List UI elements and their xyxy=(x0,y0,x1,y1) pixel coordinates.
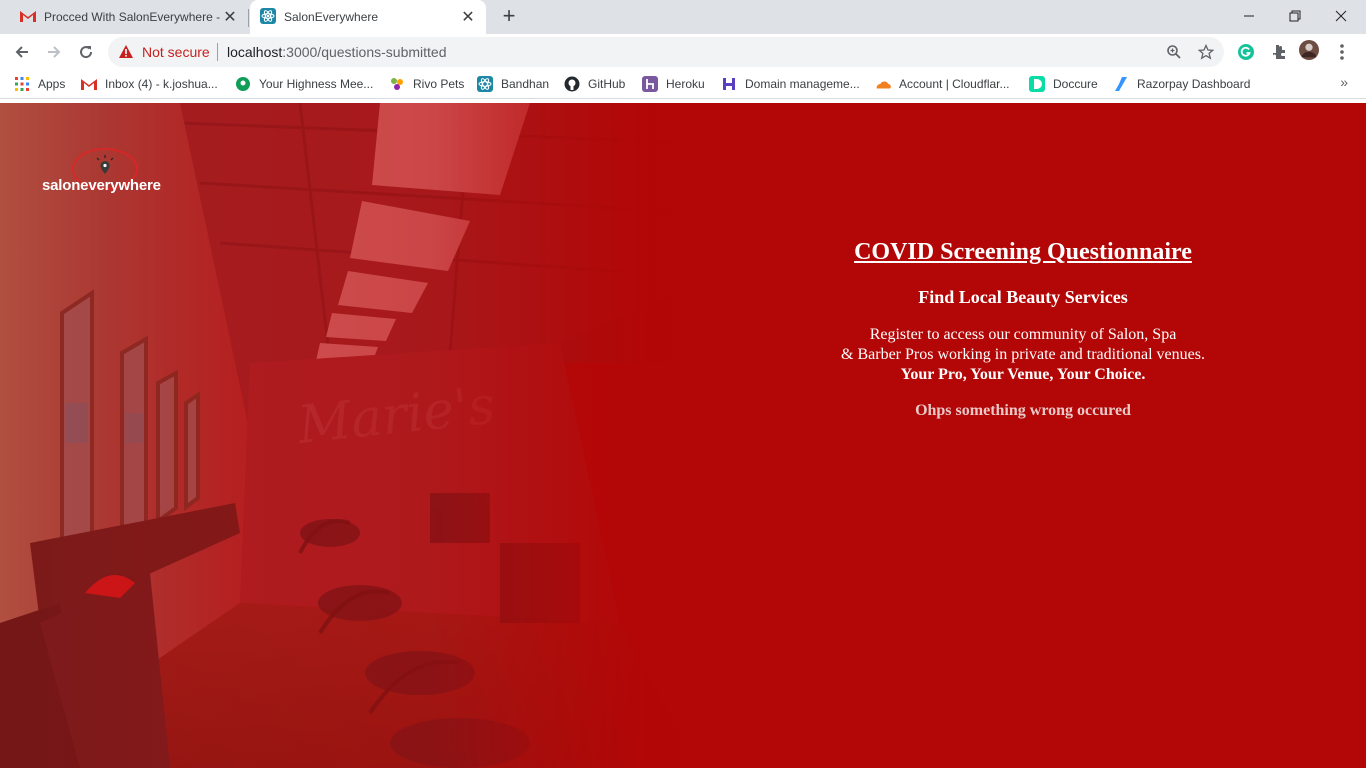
tab-title: SalonEverywhere xyxy=(284,10,379,24)
github-icon xyxy=(564,76,580,92)
bookmark-razorpay[interactable]: Razorpay Dashboard xyxy=(1113,74,1250,94)
bookmark-label: Heroku xyxy=(666,77,705,91)
questionnaire-panel: COVID Screening Questionnaire Find Local… xyxy=(780,235,1266,420)
page-body: Marie's xyxy=(0,103,1366,768)
heroku-icon xyxy=(642,76,658,92)
logo-text: saloneverywhere xyxy=(42,177,161,194)
browser-toolbar: Not secure localhost:3000/questions-subm… xyxy=(0,34,1366,70)
bookmarks-bar: Apps Inbox (4) - k.joshua... Your Highne… xyxy=(0,70,1366,99)
menu-icon[interactable] xyxy=(1332,42,1352,62)
tab-strip: Procced With SalonEverywhere - ✕ SalonEv… xyxy=(0,0,1366,34)
bookmark-label: Apps xyxy=(38,77,66,91)
bookmark-label: Inbox (4) - k.joshua... xyxy=(105,77,218,91)
description-line: Register to access our community of Salo… xyxy=(869,326,1177,343)
back-button[interactable] xyxy=(8,38,36,66)
url-text[interactable]: localhost:3000/questions-submitted xyxy=(227,44,446,60)
tab-saloneverywhere[interactable]: SalonEverywhere ✕ xyxy=(250,0,486,34)
extensions-icon[interactable] xyxy=(1268,42,1288,62)
profile-avatar[interactable] xyxy=(1299,40,1319,60)
react-icon xyxy=(260,7,276,27)
bookmark-apps[interactable]: Apps xyxy=(14,74,65,94)
grammarly-icon[interactable] xyxy=(1236,42,1256,62)
gmail-icon xyxy=(81,76,97,92)
url-path: :3000/questions-submitted xyxy=(282,44,447,60)
rivo-icon xyxy=(389,76,405,92)
bookmark-inbox[interactable]: Inbox (4) - k.joshua... xyxy=(81,74,218,94)
restore-button[interactable] xyxy=(1272,0,1318,32)
bookmark-label: Rivo Pets xyxy=(413,77,465,91)
bookmark-label: Doccure xyxy=(1053,77,1098,91)
close-window-button[interactable] xyxy=(1318,0,1364,32)
description-line: & Barber Pros working in private and tra… xyxy=(841,346,1205,363)
bookmark-label: Bandhan xyxy=(501,77,550,91)
security-label[interactable]: Not secure xyxy=(142,44,210,60)
bookmark-label: GitHub xyxy=(588,77,626,91)
domain-icon xyxy=(721,76,737,92)
new-tab-button[interactable]: + xyxy=(498,5,520,27)
error-message: Ohps something wrong occured xyxy=(915,402,1131,419)
bookmark-doccure[interactable]: Doccure xyxy=(1029,74,1098,94)
react-icon xyxy=(477,76,493,92)
bookmark-label: Razorpay Dashboard xyxy=(1137,77,1251,91)
bookmark-heroku[interactable]: Heroku xyxy=(642,74,705,94)
meet-icon xyxy=(235,76,251,92)
bookmark-your-highness[interactable]: Your Highness Mee... xyxy=(235,74,373,94)
bookmark-label: Domain manageme... xyxy=(745,77,860,91)
bookmark-github[interactable]: GitHub xyxy=(564,74,625,94)
saloneverywhere-logo[interactable]: saloneverywhere xyxy=(42,147,172,197)
cloudflare-icon xyxy=(875,76,891,92)
zoom-icon[interactable] xyxy=(1164,42,1184,62)
tab-title: Procced With SalonEverywhere - xyxy=(44,10,221,24)
bookmark-domain[interactable]: Domain manageme... xyxy=(721,74,860,94)
salon-hero-image: Marie's xyxy=(0,103,700,768)
bookmark-bandhan[interactable]: Bandhan xyxy=(477,74,549,94)
page-subtitle: Find Local Beauty Services xyxy=(918,287,1128,307)
bookmark-cloudflare[interactable]: Account | Cloudflar... xyxy=(875,74,1010,94)
page-title: COVID Screening Questionnaire xyxy=(854,239,1192,265)
close-tab-icon[interactable]: ✕ xyxy=(222,9,238,26)
razorpay-icon xyxy=(1113,76,1129,92)
reload-button[interactable] xyxy=(72,38,100,66)
tagline: Your Pro, Your Venue, Your Choice. xyxy=(900,366,1146,383)
tab-gmail[interactable]: Procced With SalonEverywhere - ✕ xyxy=(8,0,248,34)
bookmark-label: Account | Cloudflar... xyxy=(899,77,1010,91)
tab-divider xyxy=(248,9,249,27)
bookmarks-overflow-icon[interactable]: » xyxy=(1340,74,1348,90)
omnibox-divider xyxy=(217,43,218,61)
bookmark-rivo-pets[interactable]: Rivo Pets xyxy=(389,74,464,94)
apps-grid-icon xyxy=(14,76,30,92)
doccure-icon xyxy=(1029,76,1045,92)
address-bar[interactable]: Not secure localhost:3000/questions-subm… xyxy=(108,37,1224,67)
url-host: localhost xyxy=(227,44,283,60)
minimize-button[interactable] xyxy=(1226,0,1272,32)
page-description: Register to access our community of Salo… xyxy=(780,325,1266,385)
warning-icon[interactable] xyxy=(118,44,134,64)
close-tab-icon[interactable]: ✕ xyxy=(460,9,476,26)
forward-button[interactable] xyxy=(40,38,68,66)
gmail-icon xyxy=(20,10,36,25)
bookmark-label: Your Highness Mee... xyxy=(259,77,374,91)
bookmark-star-icon[interactable] xyxy=(1196,42,1216,62)
